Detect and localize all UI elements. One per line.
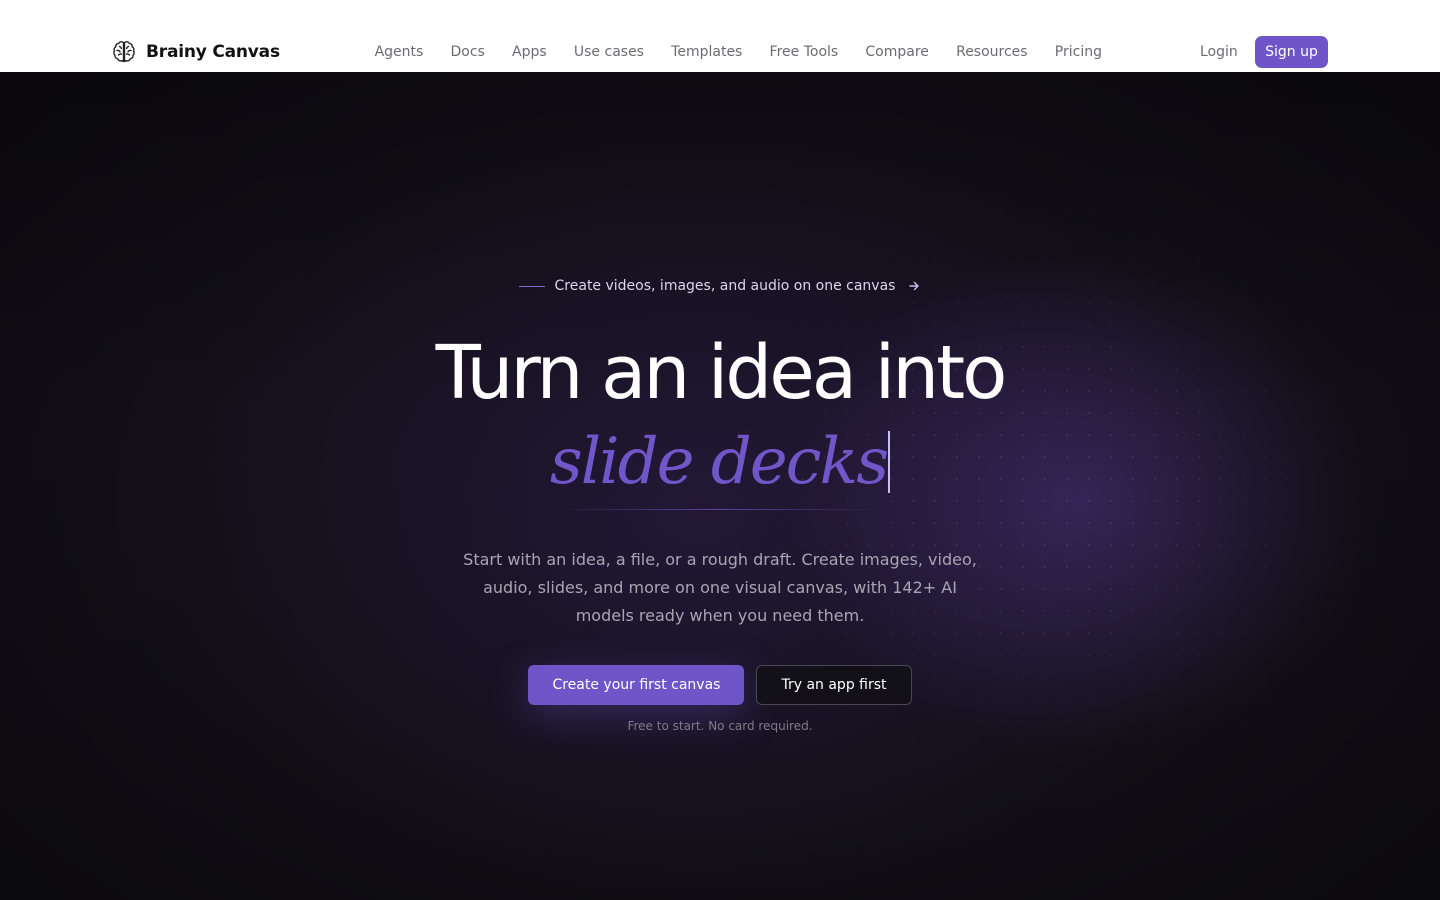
typing-cursor xyxy=(888,431,891,493)
rotating-word-text: slide decks xyxy=(549,425,889,499)
try-app-button[interactable]: Try an app first xyxy=(756,665,912,705)
arrow-right-icon xyxy=(909,281,920,291)
signup-button[interactable]: Sign up xyxy=(1255,36,1328,68)
create-canvas-button[interactable]: Create your first canvas xyxy=(528,665,745,705)
cta-note: Free to start. No card required. xyxy=(627,719,813,733)
nav-link-pricing[interactable]: Pricing xyxy=(1041,44,1115,60)
rotating-word-underline xyxy=(553,509,885,510)
nav-link-agents[interactable]: Agents xyxy=(361,44,437,60)
nav-link-templates[interactable]: Templates xyxy=(658,44,756,60)
nav-link-docs[interactable]: Docs xyxy=(437,44,499,60)
announcement-text: Create videos, images, and audio on one … xyxy=(554,278,896,294)
hero-headline: Turn an idea into xyxy=(435,330,1008,416)
main-menu: Agents Docs Apps Use cases Templates Fre… xyxy=(361,38,1116,66)
brain-icon xyxy=(113,41,135,63)
eyebrow-divider xyxy=(518,285,545,287)
rotating-word: slide decks xyxy=(550,430,891,510)
nav-link-free-tools[interactable]: Free Tools xyxy=(756,44,852,60)
hero-subheadline: Start with an idea, a file, or a rough d… xyxy=(463,550,977,625)
login-link[interactable]: Login xyxy=(1188,38,1250,66)
cta-group: Create your first canvas Try an app firs… xyxy=(0,665,1440,705)
nav-link-resources[interactable]: Resources xyxy=(943,44,1042,60)
nav-link-compare[interactable]: Compare xyxy=(852,44,943,60)
nav-link-use-cases[interactable]: Use cases xyxy=(560,44,657,60)
top-navigation: Brainy Canvas Agents Docs Apps Use cases… xyxy=(0,0,1440,72)
brand-logo-link[interactable]: Brainy Canvas xyxy=(111,38,280,66)
rotating-word-container: slide decks xyxy=(0,430,1440,510)
brand-name: Brainy Canvas xyxy=(146,42,280,62)
hero-section: Create videos, images, and audio on one … xyxy=(0,72,1440,900)
nav-link-apps[interactable]: Apps xyxy=(498,44,560,60)
announcement-link[interactable]: Create videos, images, and audio on one … xyxy=(0,278,1440,294)
